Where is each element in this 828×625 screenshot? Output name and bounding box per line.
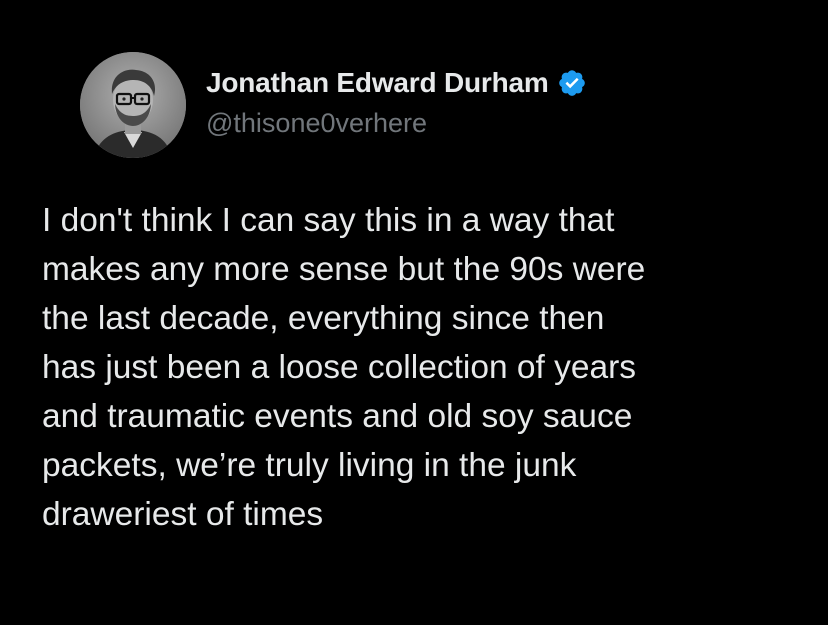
author-handle[interactable]: @thisone0verhere xyxy=(206,108,427,139)
tweet-card: Jonathan Edward Durham @thisone0verhere … xyxy=(0,0,828,625)
tweet-text-line: and traumatic events and old soy sauce xyxy=(42,398,633,435)
author-name-row: Jonathan Edward Durham xyxy=(206,63,587,103)
author-display-name[interactable]: Jonathan Edward Durham xyxy=(206,67,549,99)
tweet-text-line: the last decade, everything since then xyxy=(42,300,605,337)
profile-photo xyxy=(80,52,186,158)
tweet-text: I don't think I can say this in a way th… xyxy=(42,196,802,539)
tweet-text-line: I don't think I can say this in a way th… xyxy=(42,202,615,239)
verified-badge-icon[interactable] xyxy=(557,68,587,98)
tweet-text-line: packets, we’re truly living in the junk xyxy=(42,447,577,484)
avatar[interactable] xyxy=(80,52,186,158)
tweet-text-line: makes any more sense but the 90s were xyxy=(42,251,646,288)
tweet-text-line: has just been a loose collection of year… xyxy=(42,349,637,386)
tweet-text-line: draweriest of times xyxy=(42,496,324,533)
